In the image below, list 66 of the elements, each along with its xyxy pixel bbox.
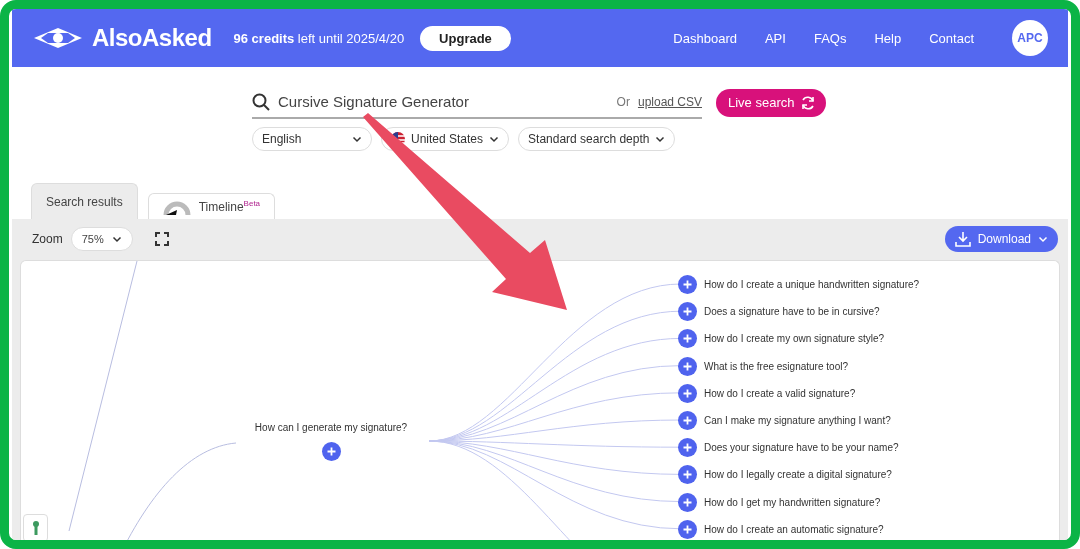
chevron-down-icon [1038,234,1048,244]
expand-button[interactable] [678,438,697,458]
nav-link[interactable]: API [764,30,786,46]
key-icon [31,521,40,535]
expand-button[interactable] [678,492,697,512]
plus-icon [683,470,692,480]
expand-button[interactable] [678,275,697,294]
plus-icon [683,415,692,425]
credits-text: 96 credits left until 2025/4/20 [233,30,405,46]
question-text: Can I make my signature anything I want? [704,414,891,426]
expand-button[interactable] [678,329,697,349]
question-text: How do I create a unique handwritten signature? [704,279,920,290]
expand-button[interactable] [678,356,697,376]
expand-button[interactable] [678,410,697,430]
plus-icon [326,447,336,456]
zoom-dropdown[interactable]: 75% [70,227,133,251]
logo-text: AlsoAsked [92,24,212,52]
plus-icon [683,524,692,534]
question-text: What is the free esignature tool? [704,360,848,372]
expand-button[interactable] [678,302,697,322]
filter-dropdown[interactable]: English [252,127,372,151]
plus-icon [683,497,692,507]
live-search-button[interactable]: Live search [716,88,827,117]
plus-icon [683,307,692,317]
zoom-label: Zoom [32,232,63,246]
or-text: Or [616,94,630,109]
download-icon [954,231,971,247]
question-text: How do I legally create a digital signature? [704,469,892,481]
logo-icon [32,26,84,50]
root-question-text: How can I generate my signature? [254,422,408,433]
plus-icon [683,280,692,289]
chevron-down-icon [489,134,500,144]
feedback-button[interactable] [23,514,48,540]
chevron-down-icon [111,234,122,244]
tab[interactable]: Timeline$^{Beta}$ [147,193,276,219]
search-icon [252,92,270,111]
expand-button[interactable] [678,383,697,403]
plus-icon [683,334,692,344]
question-text: How do I create an automatic signature? [704,523,884,535]
question-text: How do I create a valid signature? [704,387,856,399]
question-text: Does a signature have to be in cursive? [704,306,880,318]
tab[interactable]: Search results [31,183,138,219]
nav-link[interactable]: Help [874,30,902,46]
search-field[interactable]: Cursive Signature Generator Or upload CSV [252,86,702,119]
expand-button[interactable] [678,519,697,539]
fullscreen-icon [154,232,169,246]
upload-csv-link[interactable]: upload CSV [637,94,702,109]
plus-icon [683,443,692,453]
nav-link[interactable]: FAQs [813,30,847,46]
refresh-icon [800,94,817,111]
chevron-down-icon [352,134,362,144]
nav-link[interactable]: Dashboard [673,30,737,46]
question-text: Does your signature have to be your name? [704,442,899,454]
user-avatar[interactable]: APC [1012,20,1048,56]
filter-dropdown[interactable]: Standard search depth [518,127,676,151]
upgrade-button[interactable]: Upgrade [420,25,511,51]
question-text: How do I create my own signature style? [704,333,885,345]
expand-button[interactable] [321,442,341,461]
chevron-down-icon [655,134,666,144]
download-button[interactable]: Download [944,226,1058,252]
nav-link[interactable]: Contact [929,30,974,46]
question-text: How do I get my handwritten signature? [704,496,881,508]
plus-icon [683,388,692,398]
fullscreen-button[interactable] [154,232,169,246]
expand-button[interactable] [678,465,697,485]
plus-icon [683,361,692,371]
